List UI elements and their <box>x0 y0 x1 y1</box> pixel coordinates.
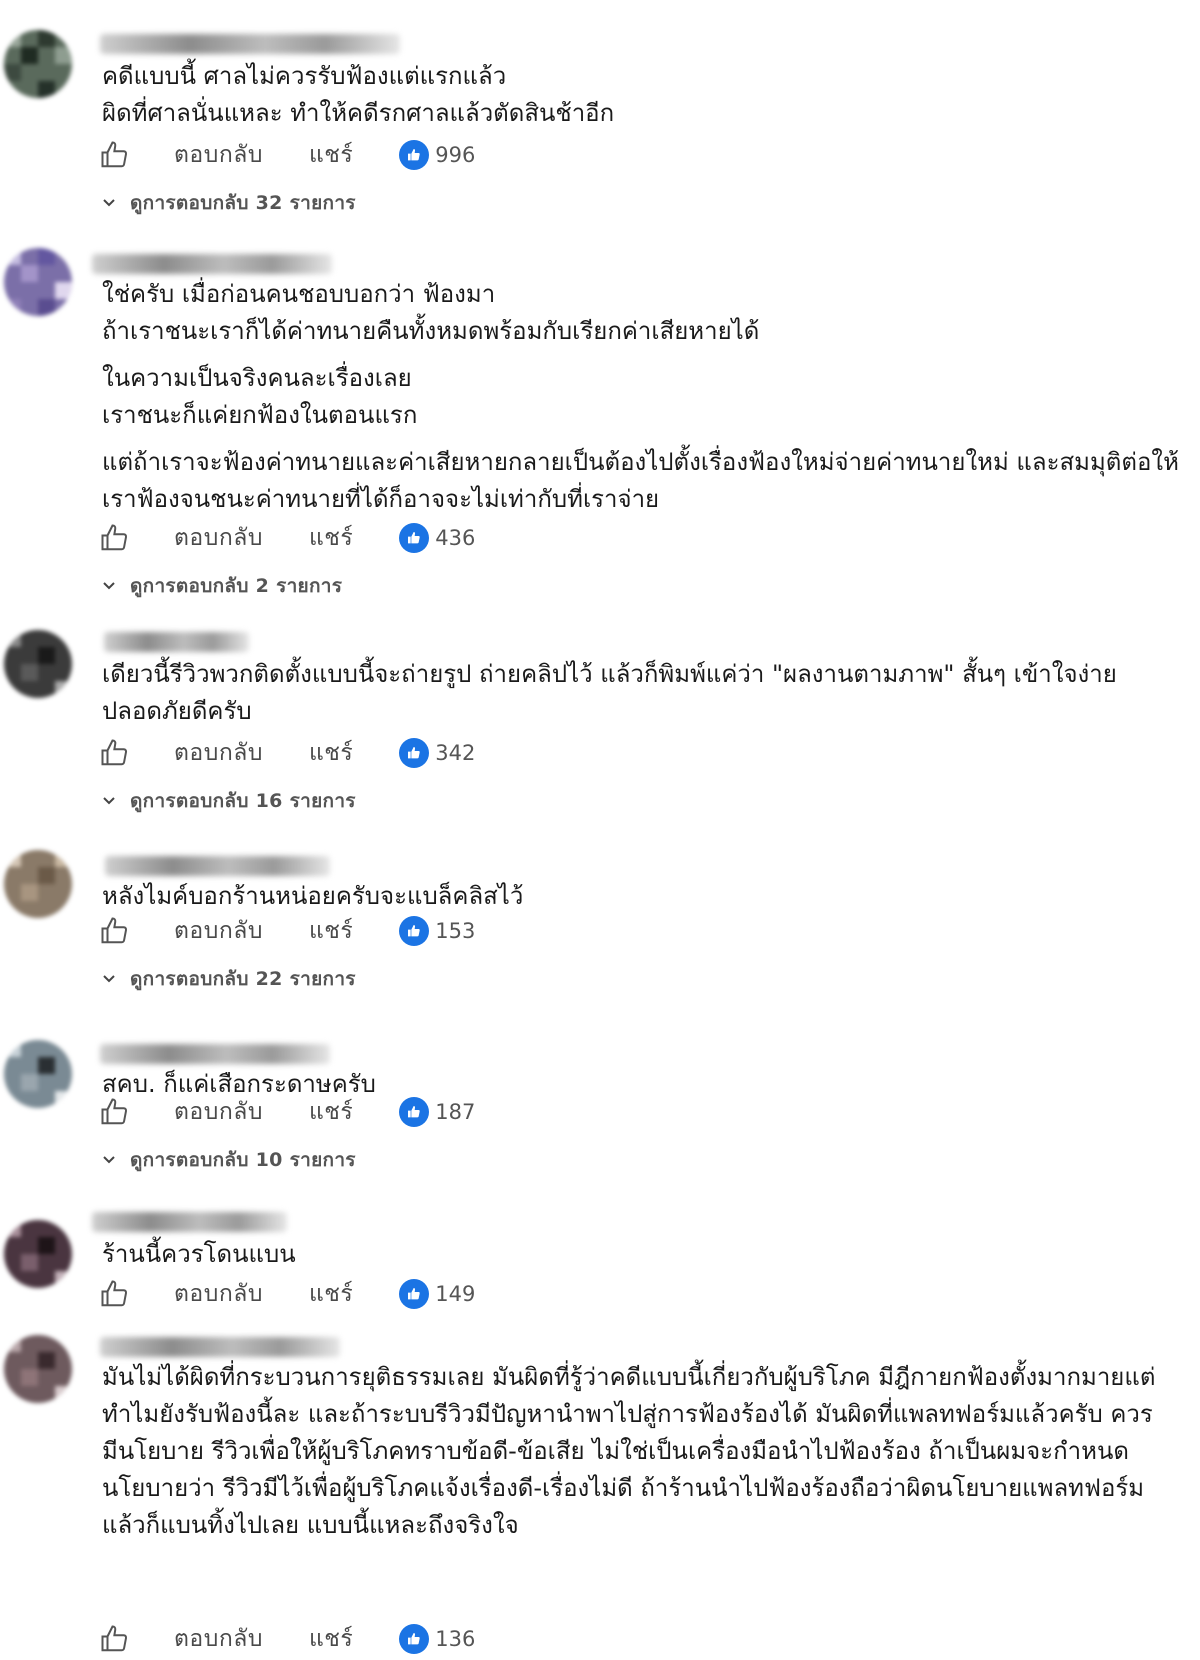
chevron-down-icon <box>103 582 115 590</box>
chevron-down-icon <box>103 975 115 983</box>
comment-paragraph: มันไม่ได้ผิดที่กระบวนการยุติธรรมเลย มันผ… <box>102 1363 1156 1539</box>
comment-paragraph: ใช่ครับ เมื่อก่อนคนชอบบอกว่า ฟ้องมา ถ้าเ… <box>102 280 760 345</box>
thumbs-up-icon[interactable] <box>100 1624 130 1654</box>
comment-actions: ตอบกลับ แชร์ 187 <box>100 1095 475 1129</box>
reply-button[interactable]: ตอบกลับ <box>174 735 263 771</box>
avatar[interactable] <box>4 1335 72 1403</box>
comment-paragraph: ร้านนี้ควรโดนแบน <box>102 1240 296 1268</box>
like-reaction-icon <box>399 916 430 946</box>
share-button[interactable]: แชร์ <box>309 1276 353 1312</box>
reply-button[interactable]: ตอบกลับ <box>174 913 263 949</box>
avatar[interactable] <box>4 30 72 98</box>
author-name-redacted[interactable] <box>92 1212 287 1232</box>
author-name-redacted[interactable] <box>100 34 400 54</box>
view-replies-link[interactable]: ดูการตอบกลับ 32 รายการ <box>102 189 356 217</box>
view-replies-link[interactable]: ดูการตอบกลับ 16 รายการ <box>102 787 356 815</box>
comment-actions: ตอบกลับ แชร์ 149 <box>100 1277 475 1311</box>
avatar[interactable] <box>4 1220 72 1288</box>
avatar[interactable] <box>4 248 72 316</box>
comment-actions: ตอบกลับ แชร์ 136 <box>100 1622 475 1656</box>
author-name-redacted[interactable] <box>100 1044 330 1064</box>
thumbs-up-icon[interactable] <box>100 738 130 768</box>
reaction-count[interactable]: 149 <box>399 1279 475 1309</box>
avatar[interactable] <box>4 1040 72 1108</box>
comment-paragraph: ในความเป็นจริงคนละเรื่องเลย เราชนะก็แค่ย… <box>102 364 418 429</box>
reaction-count[interactable]: 436 <box>399 523 475 553</box>
share-button[interactable]: แชร์ <box>309 913 353 949</box>
share-button[interactable]: แชร์ <box>309 137 353 173</box>
avatar[interactable] <box>4 850 72 918</box>
reply-button[interactable]: ตอบกลับ <box>174 137 263 173</box>
avatar[interactable] <box>4 630 72 698</box>
share-button[interactable]: แชร์ <box>309 520 353 556</box>
author-name-redacted[interactable] <box>105 856 330 876</box>
like-reaction-icon <box>399 1279 430 1309</box>
author-name-redacted[interactable] <box>100 1337 340 1357</box>
comment-actions: ตอบกลับ แชร์ 342 <box>100 736 475 770</box>
comment-actions: ตอบกลับ แชร์ 153 <box>100 914 475 948</box>
comment-body: มันไม่ได้ผิดที่กระบวนการยุติธรรมเลย มันผ… <box>102 1359 1182 1554</box>
view-replies-link[interactable]: ดูการตอบกลับ 2 รายการ <box>102 572 342 600</box>
reaction-count[interactable]: 187 <box>399 1097 475 1127</box>
thumbs-up-icon[interactable] <box>100 523 130 553</box>
like-reaction-icon <box>399 140 430 170</box>
reply-button[interactable]: ตอบกลับ <box>174 1621 263 1657</box>
view-replies-link[interactable]: ดูการตอบกลับ 10 รายการ <box>102 1146 356 1174</box>
comment-paragraph: แต่ถ้าเราจะฟ้องค่าทนายและค่าเสียหายกลายเ… <box>102 448 1179 513</box>
reaction-count[interactable]: 342 <box>399 738 475 768</box>
reaction-count[interactable]: 153 <box>399 916 475 946</box>
like-reaction-icon <box>399 523 430 553</box>
author-name-redacted[interactable] <box>104 632 249 652</box>
comment-actions: ตอบกลับ แชร์ 996 <box>100 138 475 172</box>
thumbs-up-icon[interactable] <box>100 1097 130 1127</box>
reaction-count[interactable]: 996 <box>399 140 475 170</box>
comment-body: ร้านนี้ควรโดนแบน <box>102 1236 1182 1283</box>
like-reaction-icon <box>399 738 430 768</box>
reply-button[interactable]: ตอบกลับ <box>174 520 263 556</box>
like-reaction-icon <box>399 1097 430 1127</box>
thumbs-up-icon[interactable] <box>100 916 130 946</box>
like-reaction-icon <box>399 1624 430 1654</box>
reaction-count[interactable]: 136 <box>399 1624 475 1654</box>
comment-body: คดีแบบนี้ ศาลไม่ควรรับฟ้องแต่แรกแล้ว ผิด… <box>102 58 1182 142</box>
share-button[interactable]: แชร์ <box>309 1094 353 1130</box>
chevron-down-icon <box>103 797 115 805</box>
reply-button[interactable]: ตอบกลับ <box>174 1094 263 1130</box>
comment-body: ใช่ครับ เมื่อก่อนคนชอบบอกว่า ฟ้องมา ถ้าเ… <box>102 276 1182 528</box>
chevron-down-icon <box>103 199 115 207</box>
comment-body: เดียวนี้รีวิวพวกติดตั้งแบบนี้จะถ่ายรูป ถ… <box>102 656 1182 740</box>
thumbs-up-icon[interactable] <box>100 140 130 170</box>
comment-paragraph: เดียวนี้รีวิวพวกติดตั้งแบบนี้จะถ่ายรูป ถ… <box>102 660 1117 725</box>
view-replies-link[interactable]: ดูการตอบกลับ 22 รายการ <box>102 965 356 993</box>
share-button[interactable]: แชร์ <box>309 1621 353 1657</box>
thumbs-up-icon[interactable] <box>100 1279 130 1309</box>
share-button[interactable]: แชร์ <box>309 735 353 771</box>
comment-paragraph: หลังไมค์บอกร้านหน่อยครับจะแบล็คลิสไว้ <box>102 882 524 910</box>
chevron-down-icon <box>103 1156 115 1164</box>
reply-button[interactable]: ตอบกลับ <box>174 1276 263 1312</box>
comment-paragraph: คดีแบบนี้ ศาลไม่ควรรับฟ้องแต่แรกแล้ว ผิด… <box>102 62 615 127</box>
comment-actions: ตอบกลับ แชร์ 436 <box>100 521 475 555</box>
author-name-redacted[interactable] <box>92 254 332 274</box>
